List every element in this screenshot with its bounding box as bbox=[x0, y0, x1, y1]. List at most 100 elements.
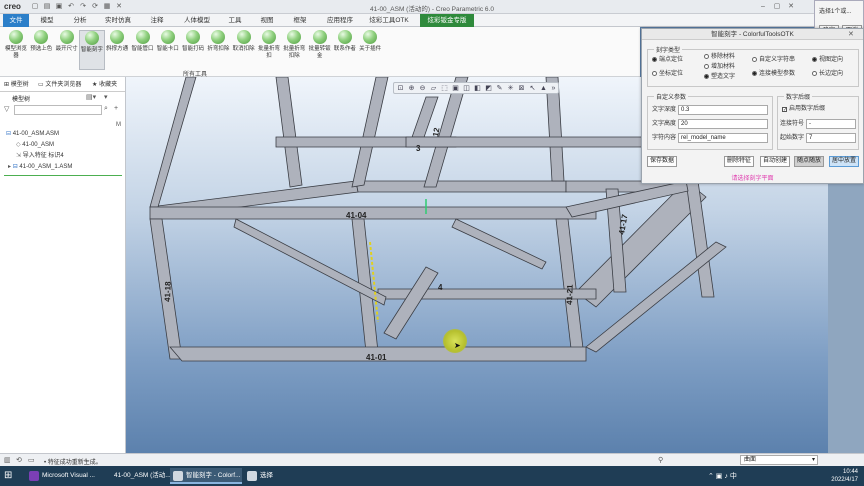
radio-endpoint[interactable]: 端点定位 bbox=[652, 56, 683, 64]
ribbon-button-3[interactable]: 智能刻字 bbox=[78, 30, 105, 70]
zoom-out-icon[interactable]: ⊖ bbox=[418, 84, 427, 93]
start-number-input[interactable]: 7 bbox=[806, 133, 856, 143]
add-column-icon[interactable]: + bbox=[114, 105, 118, 112]
tab-1[interactable]: 模型 bbox=[34, 14, 60, 27]
radio-custom-string[interactable]: 自定义字符串 bbox=[752, 56, 795, 64]
tab-2[interactable]: 分析 bbox=[66, 14, 94, 27]
tree-item-subasm[interactable]: ▸ ⊟ 41-00_ASM_1.ASM bbox=[8, 163, 72, 172]
filter-icon[interactable]: ▽ bbox=[4, 105, 9, 113]
ribbon-button-12[interactable]: 批量转钣金 bbox=[307, 30, 333, 70]
height-input[interactable]: 20 bbox=[678, 119, 768, 129]
tree-item-root[interactable]: ⊟ 41-00_ASM.ASM bbox=[6, 130, 59, 139]
ribbon-button-2[interactable]: 最开尺寸 bbox=[54, 30, 80, 70]
tool-icon bbox=[135, 30, 150, 44]
tree-item-import[interactable]: ⇲ 导入特征 标识4 bbox=[16, 152, 64, 161]
tab-model-tree[interactable]: ⊞ 模型树 bbox=[4, 80, 29, 90]
tree-settings-icon[interactable]: ▤▾ bbox=[86, 93, 96, 101]
radio-shape-text[interactable]: 塑造文字 bbox=[704, 73, 735, 81]
ribbon-button-5[interactable]: 智能管口 bbox=[130, 30, 156, 70]
task-engrave-dialog[interactable]: 智能刻字 - Colorf... bbox=[170, 468, 242, 484]
ribbon-button-label: 智能管口 bbox=[131, 46, 154, 52]
task-select[interactable]: 选择 bbox=[244, 468, 284, 484]
start-icon[interactable]: ⊞ bbox=[4, 470, 16, 482]
tool-icon bbox=[84, 31, 99, 45]
ribbon-button-11[interactable]: 批量折弯扣除 bbox=[281, 30, 307, 70]
annotation-icon[interactable]: ⊠ bbox=[517, 84, 526, 93]
depth-input[interactable]: 0.3 bbox=[678, 105, 768, 115]
save-data-button[interactable]: 保存数据 bbox=[647, 156, 677, 167]
ribbon-button-9[interactable]: 取消扣除 bbox=[231, 30, 257, 70]
tab-0[interactable]: 文件 bbox=[3, 14, 29, 27]
ribbon-button-10[interactable]: 批量折弯扣 bbox=[256, 30, 282, 70]
maximize-icon[interactable]: ▢ bbox=[772, 2, 782, 12]
label-12: 12 bbox=[431, 126, 442, 137]
ribbon-button-7[interactable]: 智能打码 bbox=[180, 30, 206, 70]
browser-icon[interactable]: ▭ bbox=[28, 456, 35, 464]
ribbon-button-13[interactable]: 联系作者 bbox=[332, 30, 358, 70]
appearance-icon[interactable]: ▲ bbox=[539, 84, 548, 93]
close-icon[interactable]: ✕ bbox=[786, 2, 796, 12]
layout-icon[interactable]: ▥ bbox=[4, 456, 11, 464]
label-4: 4 bbox=[438, 283, 443, 292]
display-style-icon[interactable]: ◫ bbox=[462, 84, 471, 93]
content-input[interactable]: rel_model_name bbox=[678, 133, 768, 143]
radio-model-param[interactable]: 连接模型参数 bbox=[752, 70, 795, 78]
task-creo[interactable]: 41-00_ASM (活动... bbox=[110, 468, 171, 484]
ribbon-button-8[interactable]: 折弯扣除 bbox=[205, 30, 231, 70]
tab-3[interactable]: 实时仿真 bbox=[100, 14, 136, 27]
select-icon[interactable]: ↖ bbox=[528, 84, 537, 93]
repaint-icon[interactable]: ▱ bbox=[429, 84, 438, 93]
ribbon-button-1[interactable]: 预选上色 bbox=[28, 30, 54, 70]
zoom-in-icon[interactable]: ⊕ bbox=[407, 84, 416, 93]
tab-favorites[interactable]: ★ 收藏夹 bbox=[92, 80, 117, 90]
tab-10[interactable]: 炫彩工具OTK bbox=[366, 14, 412, 27]
follow-click-button[interactable]: 随点随放 bbox=[794, 156, 824, 167]
auto-create-button[interactable]: 自动创建 bbox=[760, 156, 790, 167]
datum-display-icon[interactable]: ✎ bbox=[495, 84, 504, 93]
tab-6[interactable]: 工具 bbox=[222, 14, 248, 27]
radio-coordinate[interactable]: 坐标定位 bbox=[652, 70, 683, 78]
section-icon[interactable]: ◧ bbox=[473, 84, 482, 93]
more-icon[interactable]: » bbox=[549, 84, 558, 93]
task-visual-studio[interactable]: Microsoft Visual ... bbox=[26, 468, 106, 484]
ribbon-button-14[interactable]: 关于插件 bbox=[357, 30, 383, 70]
tab-5[interactable]: 人体模型 bbox=[178, 14, 216, 27]
filter-select[interactable]: 曲面 ▾ bbox=[740, 455, 818, 465]
sync-icon[interactable]: ⟲ bbox=[16, 456, 22, 464]
refit-icon[interactable]: ⊡ bbox=[396, 84, 405, 93]
orient-icon[interactable]: ⬚ bbox=[440, 84, 449, 93]
tab-4[interactable]: 注释 bbox=[142, 14, 172, 27]
delete-feature-button[interactable]: 删除特征 bbox=[724, 156, 754, 167]
suffix-checkbox[interactable]: ✓ 启用数字后缀 bbox=[782, 105, 825, 113]
tray-icons[interactable]: ⌃ ▣ ♪ 中 bbox=[708, 471, 737, 481]
ribbon-button-4[interactable]: 斜撑方通 bbox=[104, 30, 130, 70]
center-place-button[interactable]: 居中放置 bbox=[829, 156, 859, 167]
radio-long-edge[interactable]: 长边定向 bbox=[812, 70, 843, 78]
tab-folder-browser[interactable]: ▭ 文件夹浏览器 bbox=[38, 80, 81, 90]
tree-item-part[interactable]: ◇ 41-00_ASM bbox=[16, 141, 54, 150]
saved-views-icon[interactable]: ▣ bbox=[451, 84, 460, 93]
spin-center-icon[interactable]: ✳ bbox=[506, 84, 515, 93]
search-icon[interactable]: ⌕ bbox=[104, 105, 108, 113]
tree-search-input[interactable] bbox=[14, 105, 102, 115]
select-plane-link[interactable]: 请选择刻字平面 bbox=[642, 173, 863, 182]
ribbon-button-0[interactable]: 模型浏览器 bbox=[3, 30, 29, 70]
clock[interactable]: 10:44 2022/4/17 bbox=[831, 468, 858, 484]
tool-icon bbox=[287, 30, 302, 44]
content-label: 字符内容 bbox=[652, 135, 677, 141]
radio-view-orient[interactable]: 视图定向 bbox=[812, 56, 843, 64]
dialog-close-icon[interactable]: ✕ bbox=[848, 30, 854, 38]
tab-9[interactable]: 应用程序 bbox=[321, 14, 359, 27]
separator-input[interactable]: - bbox=[806, 119, 856, 129]
perspective-icon[interactable]: ◩ bbox=[484, 84, 493, 93]
show-icon[interactable]: ▾ bbox=[104, 93, 108, 101]
radio-remove[interactable]: 移除材料 bbox=[704, 53, 735, 61]
tab-11[interactable]: 炫彩钣金专版 bbox=[420, 14, 474, 27]
ribbon-tabs: 文件 模型 分析 实时仿真 注释 人体模型 工具 视图 框架 应用程序 炫彩工具OTK 炫彩钣金专版 bbox=[0, 14, 864, 27]
minimize-icon[interactable]: – bbox=[758, 2, 768, 12]
tab-7[interactable]: 视图 bbox=[254, 14, 280, 27]
find-icon[interactable]: ⚲ bbox=[658, 456, 663, 464]
tab-8[interactable]: 框架 bbox=[287, 14, 313, 27]
radio-add[interactable]: 增加材料 bbox=[704, 63, 735, 71]
ribbon-button-6[interactable]: 智能卡口 bbox=[155, 30, 181, 70]
